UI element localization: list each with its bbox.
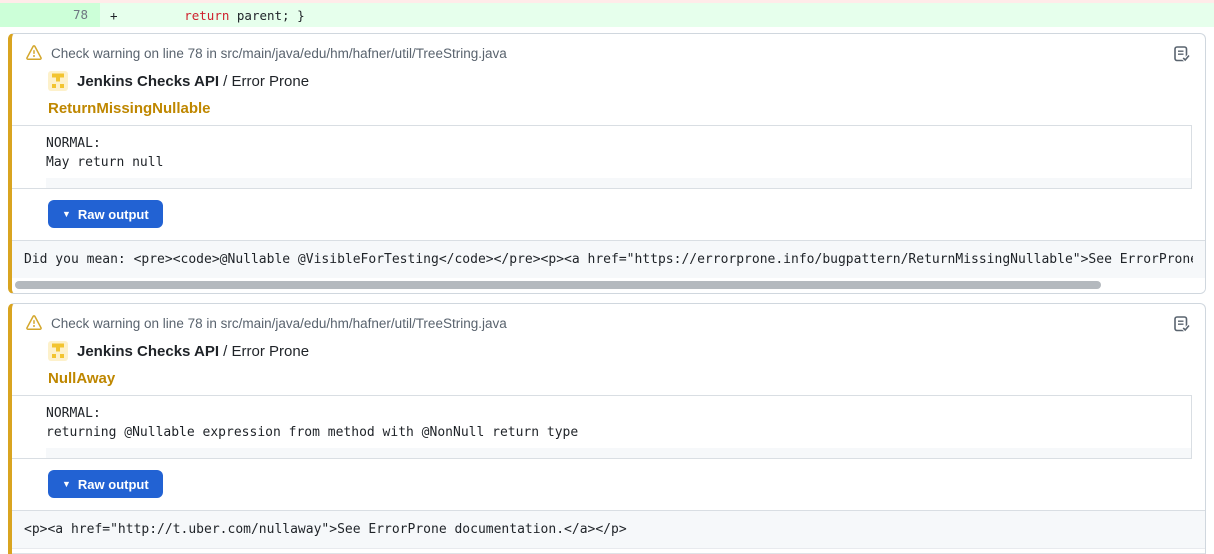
checklist-icon[interactable]	[1173, 45, 1191, 63]
tool-name: Jenkins Checks API	[77, 343, 219, 360]
check-annotation-card: Check warning on line 78 in src/main/jav…	[8, 33, 1206, 294]
jenkins-avatar	[48, 341, 68, 361]
message-scrollbar-track[interactable]	[46, 178, 1191, 188]
warning-triangle-icon	[26, 45, 42, 61]
rule-heading: NullAway	[48, 370, 1205, 389]
annotation-header-text: Check warning on line 78 in src/main/jav…	[51, 46, 507, 61]
code-keyword: return	[184, 8, 229, 23]
tool-suffix: / Error Prone	[219, 343, 309, 360]
raw-output-button[interactable]: ▼ Raw output	[48, 200, 163, 228]
code-indent	[124, 8, 184, 23]
checklist-icon[interactable]	[1173, 315, 1191, 333]
checks-annotations-page: 78 + return parent; } Check warning on l…	[0, 0, 1214, 554]
annotation-header-text: Check warning on line 78 in src/main/jav…	[51, 316, 507, 331]
diff-add-marker: +	[100, 8, 124, 23]
tool-name: Jenkins Checks API	[77, 73, 219, 90]
annotation-message-panel: NORMAL: May return null	[12, 125, 1192, 189]
diff-code: return parent; }	[124, 8, 305, 23]
annotation-severity: NORMAL:	[46, 404, 1191, 423]
tool-row: Jenkins Checks API / Error Prone	[48, 70, 1205, 92]
check-annotation-card: Check warning on line 78 in src/main/jav…	[8, 303, 1206, 554]
annotation-message: May return null	[46, 153, 1191, 172]
raw-output-button[interactable]: ▼ Raw output	[48, 470, 163, 498]
message-scrollbar-track[interactable]	[46, 448, 1191, 458]
raw-output-scrollbar[interactable]	[12, 278, 1205, 293]
diff-added-line: 78 + return parent; }	[0, 3, 1214, 27]
tool-suffix: / Error Prone	[219, 73, 309, 90]
code-rest: parent; }	[229, 8, 304, 23]
chevron-down-icon: ▼	[62, 480, 71, 489]
chevron-down-icon: ▼	[62, 210, 71, 219]
warning-triangle-icon	[26, 315, 42, 331]
annotation-severity: NORMAL:	[46, 134, 1191, 153]
rule-heading: ReturnMissingNullable	[48, 100, 1205, 119]
raw-output-block: <p><a href="http://t.uber.com/nullaway">…	[12, 510, 1205, 548]
raw-output-button-label: Raw output	[78, 207, 149, 222]
annotation-message-panel: NORMAL: returning @Nullable expression f…	[12, 395, 1192, 459]
diff-line-number[interactable]: 78	[0, 3, 100, 27]
annotation-message: returning @Nullable expression from meth…	[46, 423, 1191, 442]
annotation-header: Check warning on line 78 in src/main/jav…	[12, 34, 1205, 68]
jenkins-avatar	[48, 71, 68, 91]
raw-output-text: <p><a href="http://t.uber.com/nullaway">…	[24, 522, 1193, 538]
scrollbar-thumb[interactable]	[15, 281, 1101, 289]
raw-output-button-label: Raw output	[78, 477, 149, 492]
raw-output-block: Did you mean: <pre><code>@Nullable @Visi…	[12, 240, 1205, 278]
raw-output-text: Did you mean: <pre><code>@Nullable @Visi…	[24, 252, 1193, 268]
annotation-header: Check warning on line 78 in src/main/jav…	[12, 304, 1205, 338]
tool-row: Jenkins Checks API / Error Prone	[48, 340, 1205, 362]
